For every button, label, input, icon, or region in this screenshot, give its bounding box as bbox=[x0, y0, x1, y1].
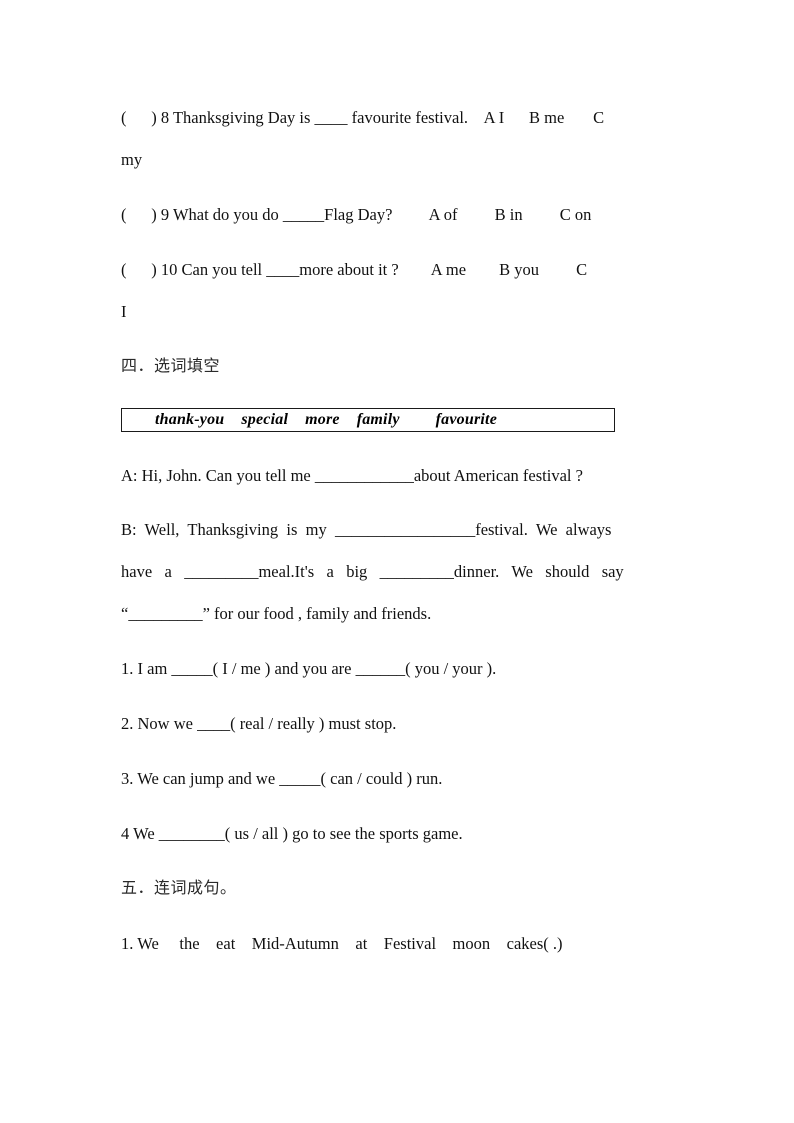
word-bank-words: thank-you special more family favourite bbox=[122, 409, 614, 431]
dialogue-line-b-2: have a _________meal.It's a big ________… bbox=[121, 562, 624, 581]
scramble-item-1: 1. We the eat Mid-Autumn at Festival moo… bbox=[121, 934, 563, 953]
dialogue-line-b-1: B: Well, Thanksgiving is my ____________… bbox=[121, 520, 612, 539]
word-bank-item-3: family bbox=[356, 411, 400, 428]
mc-question-9: ( ) 9 What do you do _____Flag Day? A of… bbox=[121, 205, 592, 224]
mc-question-8-overflow: my bbox=[121, 150, 143, 169]
section-five-heading: 五．连词成句。 bbox=[121, 878, 237, 897]
choice-item-4: 4 We ________( us / all ) go to see the … bbox=[121, 824, 463, 843]
mc-question-10: ( ) 10 Can you tell ____more about it ? … bbox=[121, 260, 588, 279]
word-bank-item-0: thank-you bbox=[155, 411, 225, 428]
section-four-heading: 四．选词填空 bbox=[121, 356, 221, 375]
dialogue-line-b-3: “_________” for our food , family and fr… bbox=[121, 604, 432, 623]
choice-item-1: 1. I am _____( I / me ) and you are ____… bbox=[121, 659, 497, 678]
word-bank-item-2: more bbox=[305, 411, 340, 428]
worksheet-page: ( ) 8 Thanksgiving Day is ____ favourite… bbox=[121, 0, 673, 1123]
dialogue-line-a: A: Hi, John. Can you tell me ___________… bbox=[121, 466, 583, 485]
choice-item-2: 2. Now we ____( real / really ) must sto… bbox=[121, 714, 397, 733]
mc-question-10-overflow: I bbox=[121, 302, 127, 321]
word-bank-item-1: special bbox=[241, 411, 289, 428]
word-bank-item-4: favourite bbox=[435, 411, 498, 428]
choice-item-3: 3. We can jump and we _____( can / could… bbox=[121, 769, 443, 788]
mc-question-8: ( ) 8 Thanksgiving Day is ____ favourite… bbox=[121, 108, 605, 127]
word-bank-box: thank-you special more family favourite bbox=[121, 408, 615, 432]
